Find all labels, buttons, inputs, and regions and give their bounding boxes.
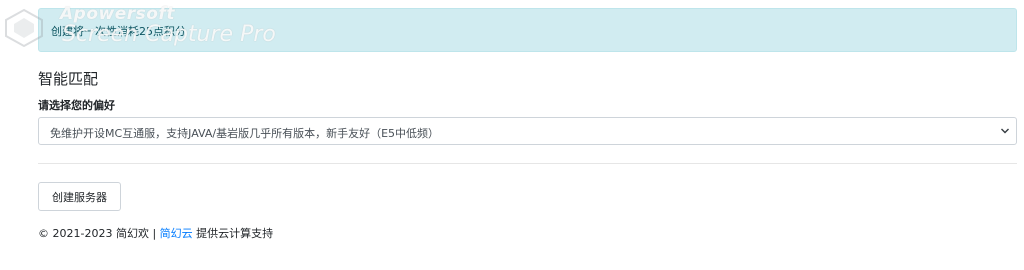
divider [38, 163, 1017, 164]
alert-text: 创建将一次性消耗25点积分 [51, 25, 186, 38]
footer-link[interactable]: 简幻云 [160, 227, 193, 240]
footer-suffix: 提供云计算支持 [192, 227, 274, 240]
select-value: 免维护开设MC互通服，支持JAVA/基岩版几乎所有版本，新手友好（E5中低频） [50, 127, 440, 140]
footer: © 2021-2023 简幻欢 | 简幻云 提供云计算支持 [38, 225, 273, 241]
create-server-button[interactable]: 创建服务器 [38, 182, 121, 211]
chevron-down-icon [1001, 128, 1009, 134]
preference-select[interactable]: 免维护开设MC互通服，支持JAVA/基岩版几乎所有版本，新手友好（E5中低频） [38, 117, 1017, 145]
section-title: 智能匹配 [38, 70, 99, 88]
info-alert: 创建将一次性消耗25点积分 [38, 8, 1017, 52]
preference-label: 请选择您的偏好 [38, 99, 115, 112]
page: 创建将一次性消耗25点积分 Apowersoft Screen Capture … [0, 0, 1024, 270]
footer-copyright: © 2021-2023 简幻欢 | [38, 227, 160, 240]
